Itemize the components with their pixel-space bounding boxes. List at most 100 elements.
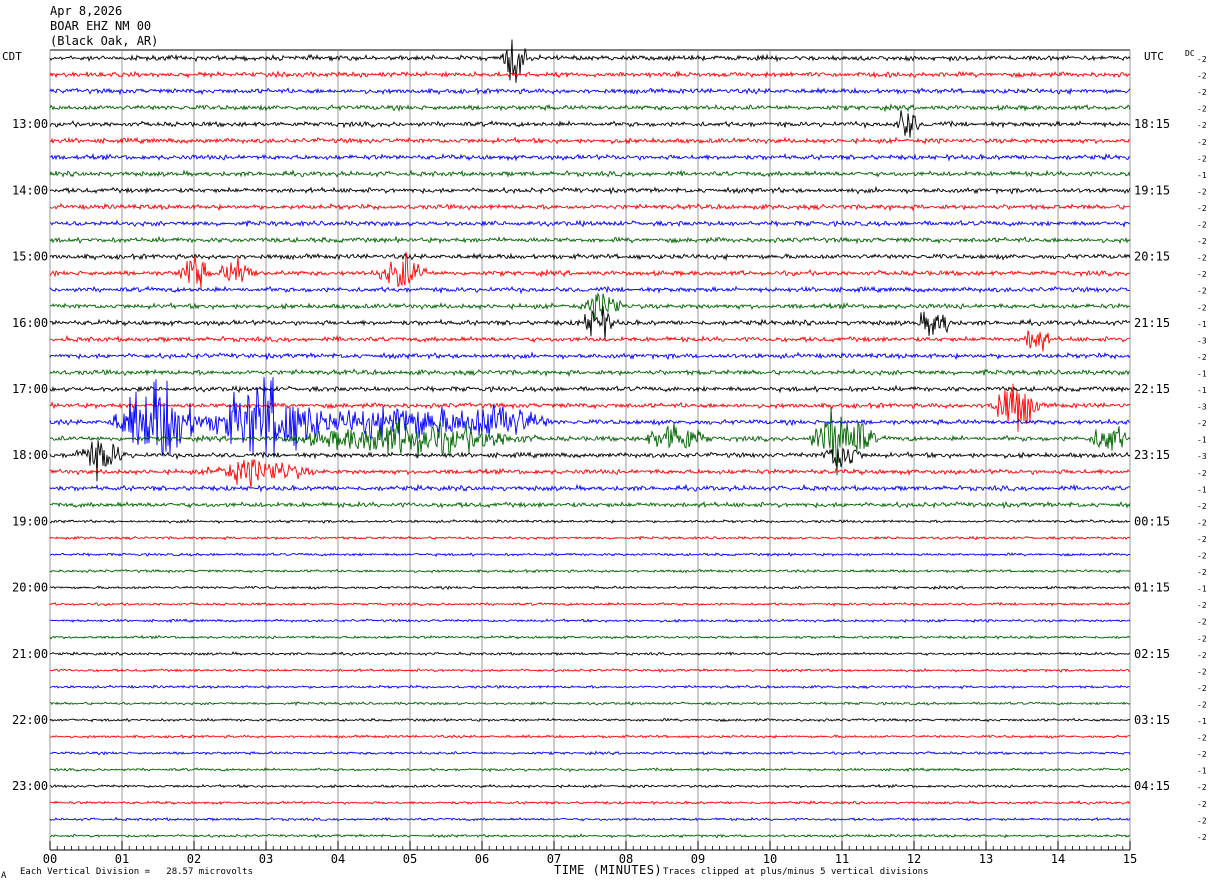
right-hour-label: 19:15 bbox=[1134, 183, 1170, 197]
trace-row bbox=[49, 618, 1131, 624]
left-timezone-label: CDT bbox=[2, 50, 22, 63]
trace-row bbox=[49, 767, 1131, 773]
right-timezone-label: UTC bbox=[1144, 50, 1164, 63]
x-tick-label: 15 bbox=[1123, 852, 1137, 866]
dc-offset-label: -2 bbox=[1197, 105, 1207, 114]
trace-row bbox=[49, 292, 1131, 321]
dc-offset-label: -1 bbox=[1197, 369, 1207, 378]
dc-offset-label: -3 bbox=[1197, 336, 1207, 345]
x-tick-label: 12 bbox=[907, 852, 921, 866]
trace-row bbox=[49, 103, 1131, 113]
trace-row bbox=[49, 110, 1131, 138]
right-hour-label: 18:15 bbox=[1134, 117, 1170, 131]
dc-offset-label: -2 bbox=[1197, 55, 1207, 64]
x-tick-label: 02 bbox=[187, 852, 201, 866]
dc-offset-label: -2 bbox=[1197, 303, 1207, 312]
trace-row bbox=[49, 235, 1131, 245]
right-hour-label: 22:15 bbox=[1134, 382, 1170, 396]
trace-row bbox=[49, 285, 1131, 295]
dc-offset-label: -2 bbox=[1197, 651, 1207, 660]
dc-offset-label: -2 bbox=[1197, 552, 1207, 561]
trace-row bbox=[50, 833, 1131, 839]
trace-row bbox=[49, 152, 1131, 162]
dc-offset-label: -2 bbox=[1197, 816, 1207, 825]
trace-row bbox=[49, 351, 1131, 361]
trace-row bbox=[49, 305, 1131, 341]
dc-offset-label: -2 bbox=[1197, 833, 1207, 842]
dc-offset-label: -2 bbox=[1197, 618, 1207, 627]
axis-labels: -2 -2 -2 -2 -2 -2 -2 -1 -2 -2 -2 -2 -2 -2 -2 -2 -1 -3 -2 -1… bbox=[12, 55, 1207, 866]
dc-offset-label: -2 bbox=[1197, 800, 1207, 809]
x-tick-label: 06 bbox=[475, 852, 489, 866]
dc-offset-label: -2 bbox=[1197, 237, 1207, 246]
trace-row bbox=[49, 684, 1131, 690]
dc-offset-label: -1 bbox=[1197, 717, 1207, 726]
trace-row bbox=[49, 601, 1131, 608]
x-tick-label: 05 bbox=[403, 852, 417, 866]
dc-offset-label: -2 bbox=[1197, 535, 1207, 544]
scale-text: Each Vertical Division = 28.57 microvolt… bbox=[20, 867, 253, 877]
dc-offset-label: -3 bbox=[1197, 403, 1207, 412]
dc-offset-label: -2 bbox=[1197, 518, 1207, 527]
x-tick-label: 00 bbox=[43, 852, 57, 866]
left-hour-label: 15:00 bbox=[12, 250, 48, 264]
trace-row bbox=[49, 500, 1131, 510]
dc-offset-label: -2 bbox=[1197, 634, 1207, 643]
trace-row bbox=[49, 169, 1131, 178]
header-date: Apr 8,2026 bbox=[50, 4, 123, 18]
helicorder-plot: -2 -2 -2 -2 -2 -2 -2 -1 -2 -2 -2 -2 -2 -2 -2 -2 -1 -3 -2 -1… bbox=[12, 39, 1207, 866]
dc-offset-label: -1 bbox=[1197, 386, 1207, 395]
trace-row bbox=[49, 667, 1131, 673]
trace-row bbox=[49, 651, 1131, 657]
trace-row bbox=[49, 440, 1131, 482]
trace-row bbox=[49, 252, 1131, 261]
x-tick-label: 13 bbox=[979, 852, 993, 866]
trace-row bbox=[49, 406, 1131, 476]
trace-row bbox=[49, 219, 1131, 228]
seismic-traces bbox=[49, 39, 1131, 839]
dc-offset-label: -2 bbox=[1197, 502, 1207, 511]
x-tick-label: 14 bbox=[1051, 852, 1065, 866]
dc-offset-label: -2 bbox=[1197, 667, 1207, 676]
trace-row bbox=[50, 750, 1131, 756]
trace-row bbox=[49, 70, 1131, 79]
dc-offset-label: -2 bbox=[1197, 469, 1207, 478]
right-hour-label: 01:15 bbox=[1134, 581, 1170, 595]
trace-row bbox=[49, 518, 1130, 524]
dc-offset-label: -2 bbox=[1197, 270, 1207, 279]
trace-row bbox=[49, 39, 1131, 83]
trace-row bbox=[49, 734, 1131, 739]
x-tick-label: 01 bbox=[115, 852, 129, 866]
dc-offset-label: -2 bbox=[1197, 138, 1207, 147]
dc-offset-label: -2 bbox=[1197, 72, 1207, 81]
left-hour-label: 23:00 bbox=[12, 779, 48, 793]
dc-offset-label: -2 bbox=[1197, 750, 1207, 759]
x-tick-label: 09 bbox=[691, 852, 705, 866]
trace-row bbox=[49, 585, 1131, 591]
dc-offset-label: -1 bbox=[1197, 585, 1207, 594]
trace-row bbox=[49, 816, 1131, 822]
dc-offset-label: -1 bbox=[1197, 485, 1207, 494]
trace-row bbox=[49, 384, 1131, 394]
time-gridlines bbox=[49, 49, 1131, 851]
dc-offset-label: -2 bbox=[1197, 734, 1207, 743]
trace-row bbox=[49, 701, 1131, 707]
trace-row bbox=[49, 459, 1131, 489]
x-axis-title: TIME (MINUTES) bbox=[554, 863, 663, 877]
right-hour-label: 20:15 bbox=[1134, 250, 1170, 264]
trace-row bbox=[49, 634, 1131, 640]
right-hour-label: 21:15 bbox=[1134, 316, 1170, 330]
clip-text: Traces clipped at plus/minus 5 vertical … bbox=[663, 867, 929, 877]
left-hour-label: 14:00 bbox=[12, 183, 48, 197]
dc-offset-label: -2 bbox=[1197, 154, 1207, 163]
left-hour-label: 21:00 bbox=[12, 647, 48, 661]
x-tick-label: 11 bbox=[835, 852, 849, 866]
dc-offset-label: -2 bbox=[1197, 287, 1207, 296]
dc-offset-label: -2 bbox=[1197, 568, 1207, 577]
right-hour-label: 00:15 bbox=[1134, 514, 1170, 528]
trace-row bbox=[49, 330, 1131, 352]
dc-offset-label: -1 bbox=[1197, 320, 1207, 329]
dc-offset-label: -1 bbox=[1197, 436, 1207, 445]
dc-offset-label: -1 bbox=[1197, 171, 1207, 180]
trace-row bbox=[49, 800, 1131, 806]
